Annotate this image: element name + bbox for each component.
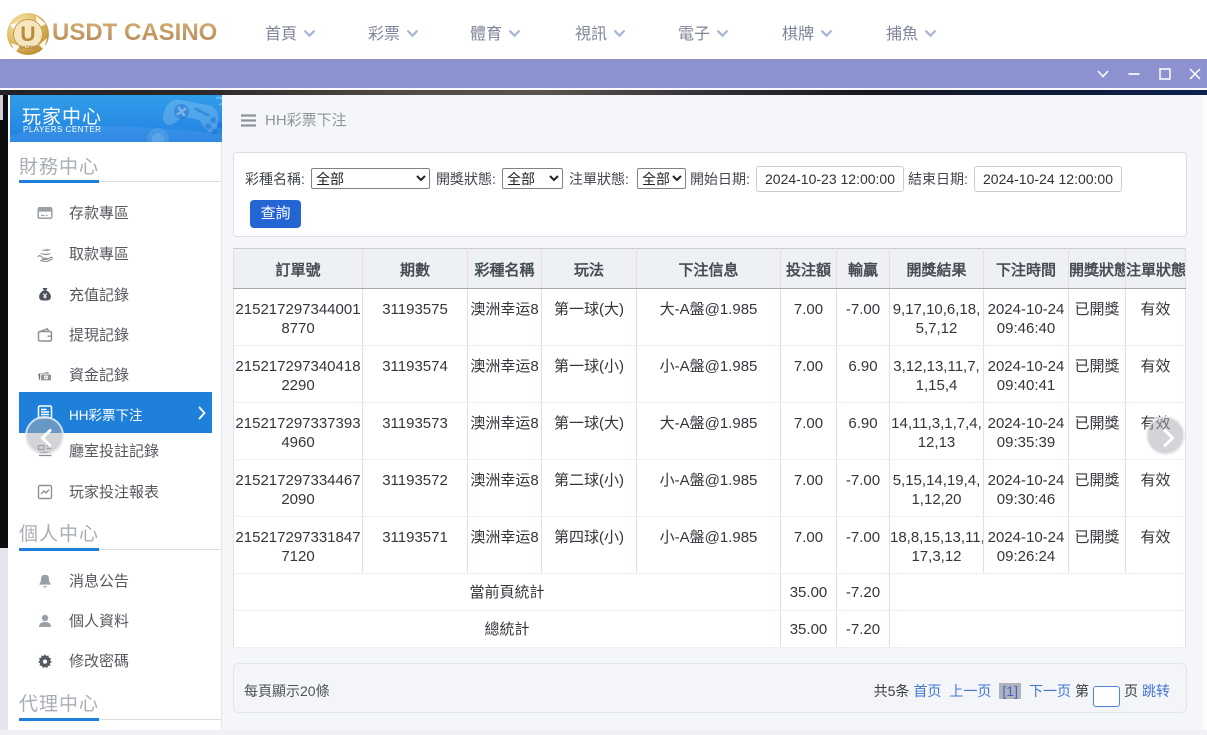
svg-text:U: U xyxy=(20,23,35,46)
svg-text:CASINO: CASINO xyxy=(19,45,37,50)
